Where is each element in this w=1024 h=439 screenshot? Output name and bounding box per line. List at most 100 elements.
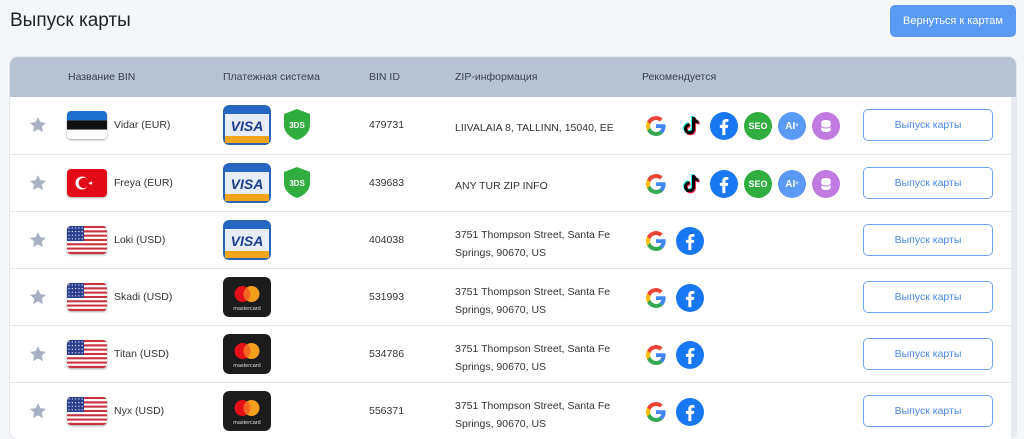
tiktok-icon (676, 112, 704, 140)
turkey-flag (67, 169, 107, 197)
facebook-icon (710, 112, 738, 140)
zip-line-1: 3751 Thompson Street, Santa Fe (455, 400, 611, 412)
zip-line-1: ANY TUR ZIP INFO (455, 180, 548, 192)
zip-info: 3751 Thompson Street, Santa Fe Springs, 9… (455, 226, 630, 262)
issue-card-button[interactable]: Выпуск карты (863, 109, 993, 141)
recommended-icons (642, 227, 704, 255)
mastercard-card-icon: mastercard (223, 334, 271, 374)
seo-icon: SEO (744, 170, 772, 198)
favorite-star-icon[interactable] (28, 287, 48, 307)
scrollbar[interactable] (1011, 97, 1016, 437)
bin-id: 534786 (369, 348, 405, 360)
svg-text:3DS: 3DS (289, 179, 305, 188)
zip-line-1: 3751 Thompson Street, Santa Fe (455, 286, 611, 298)
svg-text:mastercard: mastercard (233, 306, 261, 312)
recommended-icons: SEO AI + (642, 170, 840, 198)
bin-name: Nyx (USD) (114, 405, 165, 417)
svg-text:VISA: VISA (231, 176, 264, 192)
bin-name: Titan (USD) (114, 348, 170, 360)
favorite-star-icon[interactable] (28, 173, 48, 193)
bin-name: Loki (USD) (114, 234, 166, 246)
3ds-shield-icon: 3DS (283, 166, 311, 199)
zip-line-1: 3751 Thompson Street, Santa Fe (455, 229, 611, 241)
bin-name: Freya (EUR) (114, 177, 173, 189)
svg-text:VISA: VISA (231, 233, 264, 249)
visa-card-icon: VISA (223, 105, 271, 145)
bin-name: Skadi (USD) (114, 291, 173, 303)
google-icon (642, 170, 670, 198)
table-row: Vidar (EUR) VISA 3DS 479731 LIIVALAIA 8, TAL… (10, 97, 1016, 154)
bin-id: 439683 (369, 177, 405, 189)
zip-info: LIIVALAIA 8, TALLINN, 15040, EE (455, 119, 630, 137)
recommended-icons: SEO AI + (642, 112, 840, 140)
column-header-recommended[interactable]: Рекомендуется (642, 71, 716, 83)
favorite-star-icon[interactable] (28, 401, 48, 421)
column-header-zip[interactable]: ZIP-информация (455, 71, 537, 83)
facebook-icon (676, 341, 704, 369)
database-icon (812, 112, 840, 140)
bin-name: Vidar (EUR) (114, 119, 171, 131)
google-icon (642, 112, 670, 140)
bin-id: 556371 (369, 405, 405, 417)
table-row: Skadi (USD) mastercard 531993 3751 Thompson… (10, 268, 1016, 325)
page-title: Выпуск карты (10, 10, 131, 31)
card-issue-page: Выпуск карты Вернуться к картам Название… (0, 0, 1024, 439)
table-row: Freya (EUR) VISA 3DS 439683 ANY TUR ZIP INFO… (10, 154, 1016, 211)
svg-text:mastercard: mastercard (233, 420, 261, 426)
svg-text:mastercard: mastercard (233, 363, 261, 369)
back-to-cards-button[interactable]: Вернуться к картам (890, 5, 1016, 37)
zip-info: 3751 Thompson Street, Santa Fe Springs, 9… (455, 283, 630, 319)
zip-info: ANY TUR ZIP INFO (455, 177, 630, 195)
column-header-bin-id[interactable]: BIN ID (369, 71, 400, 83)
issue-card-button[interactable]: Выпуск карты (863, 224, 993, 256)
zip-info: 3751 Thompson Street, Santa Fe Springs, 9… (455, 340, 630, 376)
google-icon (642, 341, 670, 369)
zip-line-1: LIIVALAIA 8, TALLINN, 15040, EE (455, 122, 614, 134)
table-row: Nyx (USD) mastercard 556371 3751 Thompson S… (10, 382, 1016, 439)
table-row: Loki (USD) VISA 404038 3751 Thompson Street… (10, 211, 1016, 268)
visa-card-icon: VISA (223, 163, 271, 203)
ai-icon: AI + (778, 112, 806, 140)
google-icon (642, 227, 670, 255)
facebook-icon (710, 170, 738, 198)
tiktok-icon (676, 170, 704, 198)
facebook-icon (676, 398, 704, 426)
zip-line-2: Springs, 90670, US (455, 304, 547, 316)
usa-flag (67, 397, 107, 425)
3ds-shield-icon: 3DS (283, 108, 311, 141)
bin-id: 531993 (369, 291, 405, 303)
google-icon (642, 284, 670, 312)
recommended-icons (642, 398, 704, 426)
favorite-star-icon[interactable] (28, 344, 48, 364)
mastercard-card-icon: mastercard (223, 391, 271, 431)
mastercard-card-icon: mastercard (223, 277, 271, 317)
recommended-icons (642, 341, 704, 369)
facebook-icon (676, 227, 704, 255)
bin-id: 404038 (369, 234, 405, 246)
issue-card-button[interactable]: Выпуск карты (863, 395, 993, 427)
database-icon (812, 170, 840, 198)
usa-flag (67, 226, 107, 254)
favorite-star-icon[interactable] (28, 115, 48, 135)
zip-line-2: Springs, 90670, US (455, 418, 547, 430)
visa-card-icon: VISA (223, 220, 271, 260)
column-header-bin-name[interactable]: Название BIN (68, 71, 135, 83)
zip-line-2: Springs, 90670, US (455, 247, 547, 259)
estonia-flag (67, 111, 107, 139)
issue-card-button[interactable]: Выпуск карты (863, 338, 993, 370)
issue-card-button[interactable]: Выпуск карты (863, 281, 993, 313)
seo-icon: SEO (744, 112, 772, 140)
usa-flag (67, 283, 107, 311)
table-header: Название BIN Платежная система BIN ID ZI… (10, 57, 1016, 97)
svg-text:3DS: 3DS (289, 121, 305, 130)
zip-info: 3751 Thompson Street, Santa Fe Springs, 9… (455, 397, 630, 433)
column-header-payment-system[interactable]: Платежная система (223, 71, 320, 83)
zip-line-2: Springs, 90670, US (455, 361, 547, 373)
favorite-star-icon[interactable] (28, 230, 48, 250)
issue-card-button[interactable]: Выпуск карты (863, 167, 993, 199)
ai-icon: AI + (778, 170, 806, 198)
bin-table: Название BIN Платежная система BIN ID ZI… (10, 57, 1016, 439)
facebook-icon (676, 284, 704, 312)
zip-line-1: 3751 Thompson Street, Santa Fe (455, 343, 611, 355)
recommended-icons (642, 284, 704, 312)
